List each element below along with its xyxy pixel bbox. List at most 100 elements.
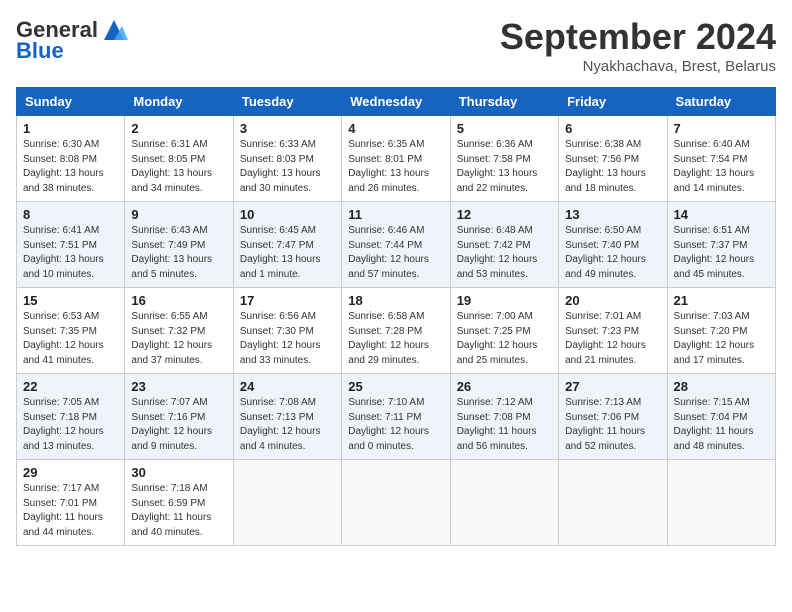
day-number: 13	[565, 207, 660, 222]
day-info: Sunrise: 6:36 AMSunset: 7:58 PMDaylight:…	[457, 138, 552, 196]
day-number: 27	[565, 379, 660, 394]
logo: General Blue	[16, 16, 128, 64]
day-number: 15	[23, 293, 118, 308]
day-number: 25	[348, 379, 443, 394]
calendar-cell: 3 Sunrise: 6:33 AMSunset: 8:03 PMDaylight…	[233, 116, 341, 202]
day-number: 22	[23, 379, 118, 394]
day-info: Sunrise: 6:30 AMSunset: 8:08 PMDaylight:…	[23, 138, 118, 196]
month-title: September 2024	[500, 16, 776, 58]
day-number: 3	[240, 121, 335, 136]
calendar-cell: 29 Sunrise: 7:17 AMSunset: 7:01 PMDayligh…	[17, 460, 125, 546]
day-info: Sunrise: 7:00 AMSunset: 7:25 PMDaylight:…	[457, 310, 552, 368]
day-number: 28	[674, 379, 769, 394]
day-info: Sunrise: 6:40 AMSunset: 7:54 PMDaylight:…	[674, 138, 769, 196]
calendar-cell: 18 Sunrise: 6:58 AMSunset: 7:28 PMDayligh…	[342, 288, 450, 374]
calendar-week-row: 8 Sunrise: 6:41 AMSunset: 7:51 PMDaylight…	[17, 202, 776, 288]
day-info: Sunrise: 6:55 AMSunset: 7:32 PMDaylight:…	[131, 310, 226, 368]
day-number: 30	[131, 465, 226, 480]
calendar-week-row: 22 Sunrise: 7:05 AMSunset: 7:18 PMDayligh…	[17, 374, 776, 460]
col-header-thursday: Thursday	[450, 88, 558, 116]
col-header-saturday: Saturday	[667, 88, 775, 116]
calendar-cell	[559, 460, 667, 546]
col-header-tuesday: Tuesday	[233, 88, 341, 116]
day-number: 8	[23, 207, 118, 222]
day-info: Sunrise: 6:35 AMSunset: 8:01 PMDaylight:…	[348, 138, 443, 196]
day-number: 2	[131, 121, 226, 136]
day-info: Sunrise: 7:10 AMSunset: 7:11 PMDaylight:…	[348, 396, 443, 454]
calendar-week-row: 15Sunrise: 6:53 AMSunset: 7:35 PMDayligh…	[17, 288, 776, 374]
calendar-week-row: 29 Sunrise: 7:17 AMSunset: 7:01 PMDayligh…	[17, 460, 776, 546]
day-number: 10	[240, 207, 335, 222]
day-number: 26	[457, 379, 552, 394]
calendar-cell: 1 Sunrise: 6:30 AMSunset: 8:08 PMDaylight…	[17, 116, 125, 202]
calendar-cell	[450, 460, 558, 546]
calendar-cell: 20 Sunrise: 7:01 AMSunset: 7:23 PMDayligh…	[559, 288, 667, 374]
calendar-cell: 22 Sunrise: 7:05 AMSunset: 7:18 PMDayligh…	[17, 374, 125, 460]
day-info: Sunrise: 6:45 AMSunset: 7:47 PMDaylight:…	[240, 224, 335, 282]
day-info: Sunrise: 7:05 AMSunset: 7:18 PMDaylight:…	[23, 396, 118, 454]
day-info: Sunrise: 6:43 AMSunset: 7:49 PMDaylight:…	[131, 224, 226, 282]
calendar-cell: 27 Sunrise: 7:13 AMSunset: 7:06 PMDayligh…	[559, 374, 667, 460]
day-info: Sunrise: 7:18 AMSunset: 6:59 PMDaylight:…	[131, 482, 226, 540]
calendar-cell: 17 Sunrise: 6:56 AMSunset: 7:30 PMDayligh…	[233, 288, 341, 374]
calendar-week-row: 1 Sunrise: 6:30 AMSunset: 8:08 PMDaylight…	[17, 116, 776, 202]
calendar-cell: 4 Sunrise: 6:35 AMSunset: 8:01 PMDaylight…	[342, 116, 450, 202]
day-info: Sunrise: 7:07 AMSunset: 7:16 PMDaylight:…	[131, 396, 226, 454]
day-number: 23	[131, 379, 226, 394]
day-number: 7	[674, 121, 769, 136]
day-number: 20	[565, 293, 660, 308]
calendar-cell: 6 Sunrise: 6:38 AMSunset: 7:56 PMDaylight…	[559, 116, 667, 202]
day-number: 11	[348, 207, 443, 222]
calendar-cell: 5 Sunrise: 6:36 AMSunset: 7:58 PMDaylight…	[450, 116, 558, 202]
calendar-cell: 30 Sunrise: 7:18 AMSunset: 6:59 PMDayligh…	[125, 460, 233, 546]
calendar-cell: 9 Sunrise: 6:43 AMSunset: 7:49 PMDaylight…	[125, 202, 233, 288]
day-number: 21	[674, 293, 769, 308]
calendar-cell	[667, 460, 775, 546]
day-info: Sunrise: 7:13 AMSunset: 7:06 PMDaylight:…	[565, 396, 660, 454]
day-info: Sunrise: 7:01 AMSunset: 7:23 PMDaylight:…	[565, 310, 660, 368]
calendar-cell: 25 Sunrise: 7:10 AMSunset: 7:11 PMDayligh…	[342, 374, 450, 460]
calendar-cell: 13 Sunrise: 6:50 AMSunset: 7:40 PMDayligh…	[559, 202, 667, 288]
calendar-cell: 24Sunrise: 7:08 AMSunset: 7:13 PMDayligh…	[233, 374, 341, 460]
col-header-wednesday: Wednesday	[342, 88, 450, 116]
col-header-monday: Monday	[125, 88, 233, 116]
day-info: Sunrise: 6:51 AMSunset: 7:37 PMDaylight:…	[674, 224, 769, 282]
logo-blue-text: Blue	[16, 38, 64, 64]
calendar-cell: 12 Sunrise: 6:48 AMSunset: 7:42 PMDayligh…	[450, 202, 558, 288]
title-section: September 2024 Nyakhachava, Brest, Belar…	[500, 16, 776, 75]
day-info: Sunrise: 7:03 AMSunset: 7:20 PMDaylight:…	[674, 310, 769, 368]
calendar-cell: 28 Sunrise: 7:15 AMSunset: 7:04 PMDayligh…	[667, 374, 775, 460]
day-number: 14	[674, 207, 769, 222]
calendar-cell: 19Sunrise: 7:00 AMSunset: 7:25 PMDayligh…	[450, 288, 558, 374]
calendar-cell: 15Sunrise: 6:53 AMSunset: 7:35 PMDayligh…	[17, 288, 125, 374]
calendar-cell: 2Sunrise: 6:31 AMSunset: 8:05 PMDaylight…	[125, 116, 233, 202]
day-number: 6	[565, 121, 660, 136]
day-info: Sunrise: 6:48 AMSunset: 7:42 PMDaylight:…	[457, 224, 552, 282]
calendar-cell	[342, 460, 450, 546]
calendar-cell: 8 Sunrise: 6:41 AMSunset: 7:51 PMDaylight…	[17, 202, 125, 288]
day-number: 5	[457, 121, 552, 136]
day-info: Sunrise: 6:56 AMSunset: 7:30 PMDaylight:…	[240, 310, 335, 368]
calendar-cell: 11 Sunrise: 6:46 AMSunset: 7:44 PMDayligh…	[342, 202, 450, 288]
day-number: 18	[348, 293, 443, 308]
day-info: Sunrise: 7:15 AMSunset: 7:04 PMDaylight:…	[674, 396, 769, 454]
day-info: Sunrise: 7:17 AMSunset: 7:01 PMDaylight:…	[23, 482, 118, 540]
day-info: Sunrise: 7:12 AMSunset: 7:08 PMDaylight:…	[457, 396, 552, 454]
day-info: Sunrise: 6:58 AMSunset: 7:28 PMDaylight:…	[348, 310, 443, 368]
day-info: Sunrise: 6:41 AMSunset: 7:51 PMDaylight:…	[23, 224, 118, 282]
day-number: 29	[23, 465, 118, 480]
day-number: 4	[348, 121, 443, 136]
day-number: 1	[23, 121, 118, 136]
day-info: Sunrise: 6:50 AMSunset: 7:40 PMDaylight:…	[565, 224, 660, 282]
day-number: 16	[131, 293, 226, 308]
day-info: Sunrise: 6:46 AMSunset: 7:44 PMDaylight:…	[348, 224, 443, 282]
day-number: 9	[131, 207, 226, 222]
col-header-friday: Friday	[559, 88, 667, 116]
calendar-cell: 14 Sunrise: 6:51 AMSunset: 7:37 PMDayligh…	[667, 202, 775, 288]
calendar-cell: 7 Sunrise: 6:40 AMSunset: 7:54 PMDaylight…	[667, 116, 775, 202]
day-number: 17	[240, 293, 335, 308]
day-info: Sunrise: 6:38 AMSunset: 7:56 PMDaylight:…	[565, 138, 660, 196]
day-info: Sunrise: 6:33 AMSunset: 8:03 PMDaylight:…	[240, 138, 335, 196]
calendar-header-row: SundayMondayTuesdayWednesdayThursdayFrid…	[17, 88, 776, 116]
day-number: 12	[457, 207, 552, 222]
